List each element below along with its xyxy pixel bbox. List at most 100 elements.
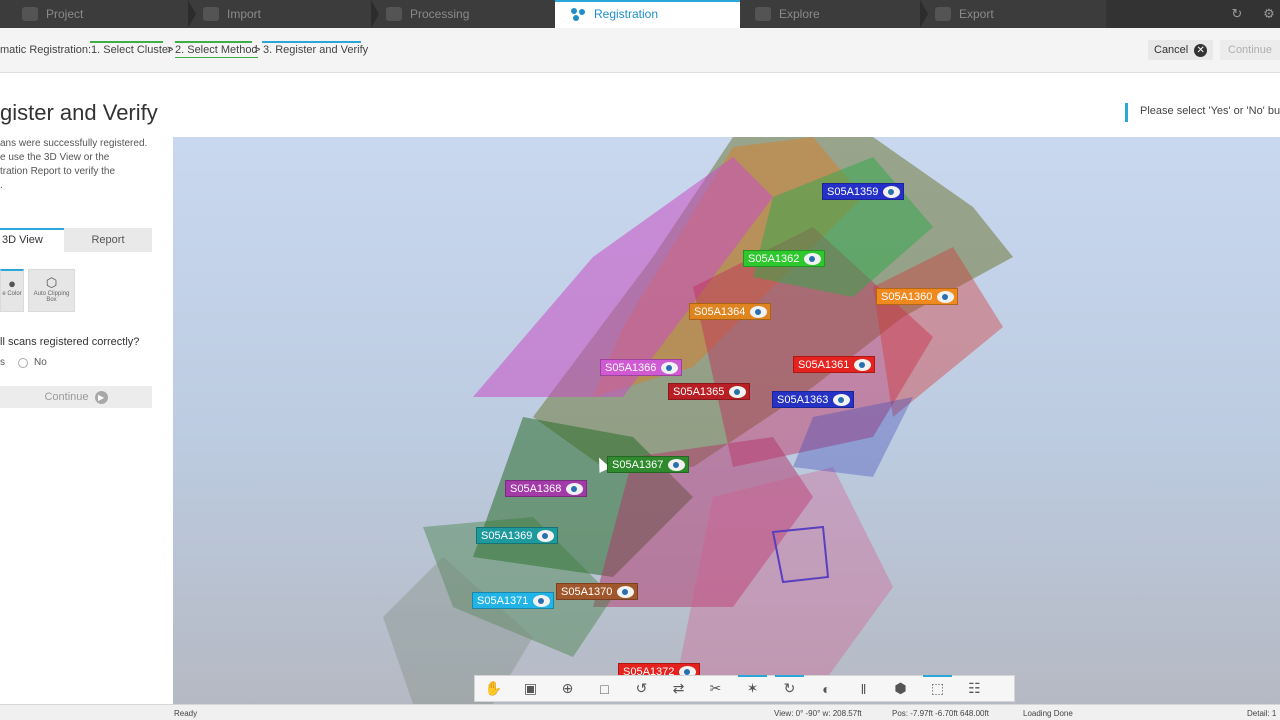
scan-label-s05a1371[interactable]: S05A1371 <box>472 592 555 609</box>
eye-icon[interactable] <box>533 594 551 607</box>
page-title: gister and Verify <box>0 100 158 125</box>
scan-name: S05A1363 <box>777 393 829 406</box>
grid-icon[interactable]: ☷ <box>956 675 993 702</box>
refresh-icon[interactable]: ↻ <box>771 675 808 702</box>
tab-3d-view[interactable]: 3D View <box>0 228 64 252</box>
workflow-bar: Project Import Processing Registration E… <box>0 0 1280 28</box>
workflow-step-project[interactable]: Project <box>22 0 83 28</box>
rotate-icon[interactable]: ↺ <box>623 675 660 702</box>
scan-name: S05A1359 <box>827 185 879 198</box>
scan-label-s05a1367[interactable]: S05A1367 <box>607 456 690 473</box>
view-tabs: 3D View Report <box>0 228 152 252</box>
3d-viewport[interactable] <box>173 137 1280 704</box>
scan-label-s05a1363[interactable]: S05A1363 <box>772 391 855 408</box>
workflow-step-import[interactable]: Import <box>203 0 261 28</box>
cancel-label: Cancel <box>1154 44 1189 56</box>
close-icon: ✕ <box>1194 43 1208 57</box>
explore-icon <box>755 7 771 21</box>
description-line: e use the 3D View or the <box>0 152 110 163</box>
scan-icon[interactable]: ✶ <box>734 675 771 702</box>
columns-icon[interactable]: ‖ <box>845 675 882 702</box>
eye-icon[interactable] <box>617 585 635 598</box>
scan-label-s05a1362[interactable]: S05A1362 <box>743 250 826 267</box>
radio-label: s <box>0 357 5 368</box>
scan-name: S05A1364 <box>694 305 746 318</box>
breadcrumb-step-register-verify: 3. Register and Verify <box>263 44 369 56</box>
folder-icon <box>22 7 38 21</box>
workflow-step-registration[interactable]: Registration <box>570 0 658 28</box>
scan-label-s05a1366[interactable]: S05A1366 <box>600 359 683 376</box>
scan-label-s05a1364[interactable]: S05A1364 <box>689 303 772 320</box>
continue-button[interactable]: Continue ▶ <box>0 386 152 408</box>
cancel-button[interactable]: Cancel ✕ <box>1148 40 1214 60</box>
breadcrumb-progress-done <box>175 41 252 43</box>
scan-label-s05a1360[interactable]: S05A1360 <box>876 288 959 305</box>
scan-name: S05A1360 <box>881 290 933 303</box>
scan-name: S05A1365 <box>673 385 725 398</box>
eye-icon[interactable] <box>537 529 555 542</box>
workflow-step-processing[interactable]: Processing <box>386 0 469 28</box>
palette-icon: ● <box>8 276 16 291</box>
continue-button-top[interactable]: Continue <box>1220 40 1280 60</box>
registration-icon <box>570 7 586 21</box>
radio-label: No <box>34 357 47 368</box>
tab-report[interactable]: Report <box>64 228 152 252</box>
split-icon[interactable]: ◐ <box>808 675 845 702</box>
eye-icon[interactable] <box>750 305 768 318</box>
scan-label-s05a1370[interactable]: S05A1370 <box>556 583 639 600</box>
scan-color-button[interactable]: ● e Color <box>0 269 24 312</box>
eye-icon[interactable] <box>804 252 822 265</box>
workflow-separator <box>920 0 928 28</box>
radio-circle[interactable] <box>18 357 28 368</box>
cube-icon[interactable]: ⬢ <box>882 675 919 702</box>
verify-question: ll scans registered correctly? <box>0 336 140 348</box>
eye-icon[interactable] <box>937 290 955 303</box>
eye-icon[interactable] <box>729 385 747 398</box>
scan-label-s05a1369[interactable]: S05A1369 <box>476 527 559 544</box>
clip-icon[interactable]: ✂ <box>697 675 734 702</box>
eye-icon[interactable] <box>661 361 679 374</box>
view-cube-icon[interactable]: ▣ <box>512 675 549 702</box>
eye-icon[interactable] <box>668 458 686 471</box>
processing-icon <box>386 7 402 21</box>
scan-label-s05a1368[interactable]: S05A1368 <box>505 480 588 497</box>
workflow-step-export[interactable]: Export <box>935 0 994 28</box>
workflow-step-label: Explore <box>779 7 820 21</box>
clipping-box-icon: ⬡ <box>45 275 58 290</box>
eye-icon[interactable] <box>854 358 872 371</box>
eye-icon[interactable] <box>833 393 851 406</box>
workflow-step-explore[interactable]: Explore <box>755 0 820 28</box>
continue-label: Continue <box>44 391 89 403</box>
description-line: . <box>0 180 3 191</box>
panel-description: ans were successfully registered. e use … <box>0 137 152 193</box>
eye-icon[interactable] <box>566 482 584 495</box>
box-icon[interactable]: □ <box>586 675 623 702</box>
scan-label-s05a1359[interactable]: S05A1359 <box>822 183 905 200</box>
yes-radio[interactable]: s <box>0 357 5 368</box>
breadcrumb-step-select-method[interactable]: 2. Select Method <box>175 44 258 58</box>
sync-icon[interactable]: ↻ <box>1230 7 1244 21</box>
breadcrumb-step-select-cluster[interactable]: 1. Select Cluster <box>91 44 172 56</box>
breadcrumb-title: matic Registration: <box>0 44 92 56</box>
point-cloud <box>383 137 1013 704</box>
scan-label-s05a1365[interactable]: S05A1365 <box>668 383 751 400</box>
eye-icon[interactable] <box>883 185 901 198</box>
fit-icon[interactable]: ⬚ <box>919 675 956 702</box>
auto-clipping-box-button[interactable]: ⬡ Auto Clipping Box <box>28 269 75 312</box>
gear-icon[interactable]: ⚙ <box>1262 7 1276 21</box>
navigate-icon[interactable]: ✋ <box>475 675 512 702</box>
zoom-icon[interactable]: ⊕ <box>549 675 586 702</box>
status-bar: Ready View: 0° -90° w: 208.57ft Pos: -7.… <box>0 704 1280 720</box>
continue-label: Continue <box>1228 44 1273 56</box>
scan-label-s05a1361[interactable]: S05A1361 <box>793 356 876 373</box>
scan-name: S05A1361 <box>798 358 850 371</box>
breadcrumb-progress-current <box>262 41 361 43</box>
status-position: Pos: -7.97ft -6.70ft 648.00ft <box>892 709 989 718</box>
workflow-separator <box>188 0 196 28</box>
status-detail: Detail: 1 <box>1247 709 1277 718</box>
scan-name: S05A1367 <box>612 458 664 471</box>
no-radio[interactable]: No <box>18 357 47 368</box>
move-icon[interactable]: ⇄ <box>660 675 697 702</box>
import-icon <box>203 7 219 21</box>
topbar-right: ↻ ⚙ <box>1106 0 1280 28</box>
